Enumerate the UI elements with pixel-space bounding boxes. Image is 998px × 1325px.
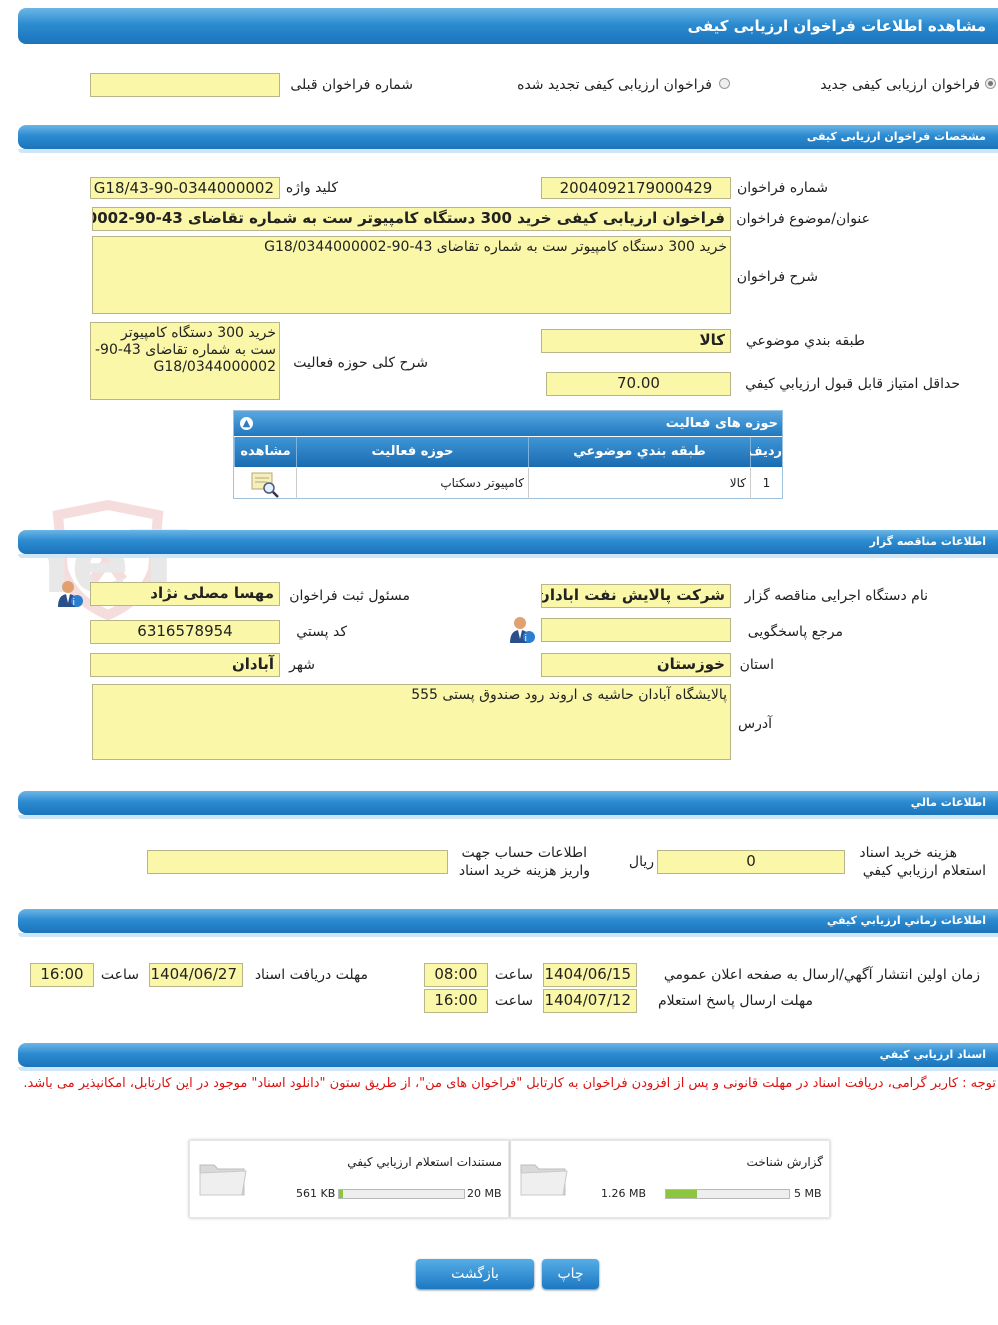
renewed-call-radio[interactable] [719,78,730,89]
col-view-header: مشاهده [234,437,296,467]
col-field-header: حوزه فعاليت [296,437,528,467]
document-card-inquiry[interactable]: مستندات استعلام ارزيابي کيفي 561 KB 20 M… [189,1140,509,1218]
publish-time-field: 08:00 [424,963,488,987]
receive-time-field: 16:00 [30,963,94,987]
renewed-call-label: فراخوان ارزیابی کیفی تجدید شده [517,77,712,93]
activity-desc-label: شرح کلی حوزه فعالیت [293,355,428,371]
table-row-view [234,468,296,499]
svg-text:i: i [72,598,75,608]
reply-date-field: 1404/07/12 [543,989,637,1013]
min-score-field: 70.00 [546,372,731,396]
publish-time-label: ساعت [494,967,533,983]
document-max-report: 5 MB [794,1187,822,1200]
fee-label-2: استعلام ارزيابي کيفي [862,863,986,879]
progress-bar-report [665,1189,790,1199]
org-label: نام دستگاه اجرایی مناقصه گزار [744,588,928,604]
subject-label: عنوان/موضوع فراخوان [736,211,870,227]
tenderer-section-header: اطلاعات مناقصه گزار [18,530,998,558]
keyword-label: کلید واژه [285,180,338,196]
publish-date-field: 1404/06/15 [543,963,637,987]
account-label-1: اطلاعات حساب جهت [461,845,587,861]
new-call-label: فراخوان ارزیابی کیفی جدید [820,77,980,93]
page-title: مشاهده اطلاعات فراخوان ارزیابی کیفی [687,17,986,35]
document-size-report: 1.26 MB [601,1187,647,1200]
specs-section-title: مشخصات فراخوان ارزیابی کیفی [806,130,986,143]
collapse-icon[interactable]: ▲ [240,417,253,430]
new-call-radio[interactable] [985,78,996,89]
col-category-header: طبقه بندي موضوعي [528,437,750,467]
receive-date-field: 1404/06/27 [149,963,243,987]
progress-bar-inquiry [338,1189,465,1199]
account-label-2: واريز هزينه خريد اسناد [458,863,590,879]
account-field [147,850,448,874]
description-field: خرید 300 دستگاه کامپیوتر ست به شماره تقا… [92,236,731,314]
postal-field: 6316578954 [90,620,280,644]
province-label: استان [739,657,774,673]
category-label: طبقه بندي موضوعي [745,333,865,349]
reply-label: مهلت ارسال پاسخ استعلام [657,993,813,1009]
table-row-category: کالا [528,468,750,499]
call-number-field: 2004092179000429 [541,177,731,199]
reference-person-icon[interactable]: i [508,615,536,645]
receive-time-label: ساعت [100,967,139,983]
activity-table-title: حوزه های فعالیت [665,416,778,431]
financial-section-header: اطلاعات مالي [18,791,998,819]
receive-label: مهلت دريافت اسناد [254,967,368,983]
timing-section-header: اطلاعات زماني ارزيابي کيفي [18,909,998,937]
document-title-inquiry: مستندات استعلام ارزيابي کيفي [347,1155,502,1169]
responsible-label: مسئول ثبت فراخوان [289,588,410,604]
page-header: مشاهده اطلاعات فراخوان ارزیابی کیفی [18,8,998,44]
previous-number-label: شماره فراخوان قبلی [290,77,413,93]
table-row-field: کامپیوتر دسکتاپ [296,468,528,499]
document-title-report: گزارش شناخت [746,1155,823,1169]
reply-time-label: ساعت [494,993,533,1009]
reference-label: مرجع پاسخگویی [747,624,843,640]
min-score-label: حداقل امتیاز قابل قبول ارزيابي کيفي [745,376,960,392]
table-row-number: 1 [750,468,782,499]
province-field: خوزستان [541,653,731,677]
financial-section-title: اطلاعات مالي [910,796,986,809]
reference-field [541,618,731,642]
activity-table-title-bar: حوزه های فعالیت ▲ [234,411,782,436]
description-label: شرح فراخوان [736,269,818,285]
category-field: کالا [541,329,731,353]
progress-fill-inquiry [339,1190,343,1198]
city-field: آبادان [90,653,280,677]
address-label: آدرس [738,716,772,732]
documents-section-header: اسناد ارزيابي کيفي [18,1043,998,1071]
org-field: شرکت پالایش نفت ابادان [541,584,731,608]
responsible-person-icon[interactable]: i [56,579,84,609]
folder-icon [199,1164,247,1196]
city-label: شهر [289,657,315,673]
col-row-header: رديف [747,437,782,467]
folder-icon [520,1164,568,1196]
fee-label-1: هزينه خريد اسناد [859,845,957,861]
currency-label: ريال [628,854,654,870]
svg-text:i: i [524,634,527,644]
responsible-field: مهسا مصلی نژاد [90,582,280,606]
publish-label: زمان اولين انتشار آگهي/ارسال به صفحه اعل… [663,967,980,983]
call-number-label: شماره فراخوان [737,180,828,196]
view-document-icon[interactable] [249,470,281,498]
fee-field: 0 [657,850,845,874]
document-card-report[interactable]: گزارش شناخت 1.26 MB 5 MB [510,1140,830,1218]
keyword-field: G18/43-90-0344000002 [90,177,280,199]
address-field: پالایشگاه آبادان حاشیه ی اروند رود صندوق… [92,684,731,760]
reply-time-field: 16:00 [424,989,488,1013]
download-note: توجه : کاربر گرامی، دریافت اسناد در مهلت… [23,1076,996,1091]
back-button[interactable]: بازگشت [416,1259,534,1289]
activity-desc-field: خرید 300 دستگاه کامپیوتر ست به شماره تقا… [90,322,280,400]
previous-number-field [90,73,280,97]
activity-table: حوزه های فعالیت ▲ رديف طبقه بندي موضوعي … [233,410,783,499]
tenderer-section-title: اطلاعات مناقصه گزار [869,535,986,548]
document-size-inquiry: 561 KB [296,1187,336,1200]
timing-section-title: اطلاعات زماني ارزيابي کيفي [826,914,986,927]
print-button[interactable]: چاپ [542,1259,599,1289]
specs-section-header: مشخصات فراخوان ارزیابی کیفی [18,125,998,153]
documents-section-title: اسناد ارزيابي کيفي [879,1048,986,1061]
postal-label: کد پستي [296,624,347,640]
progress-fill-report [666,1190,697,1198]
document-max-inquiry: 20 MB [467,1187,502,1200]
subject-field: فراخوان ارزیابی کیفی خرید 300 دستگاه کام… [92,207,731,231]
